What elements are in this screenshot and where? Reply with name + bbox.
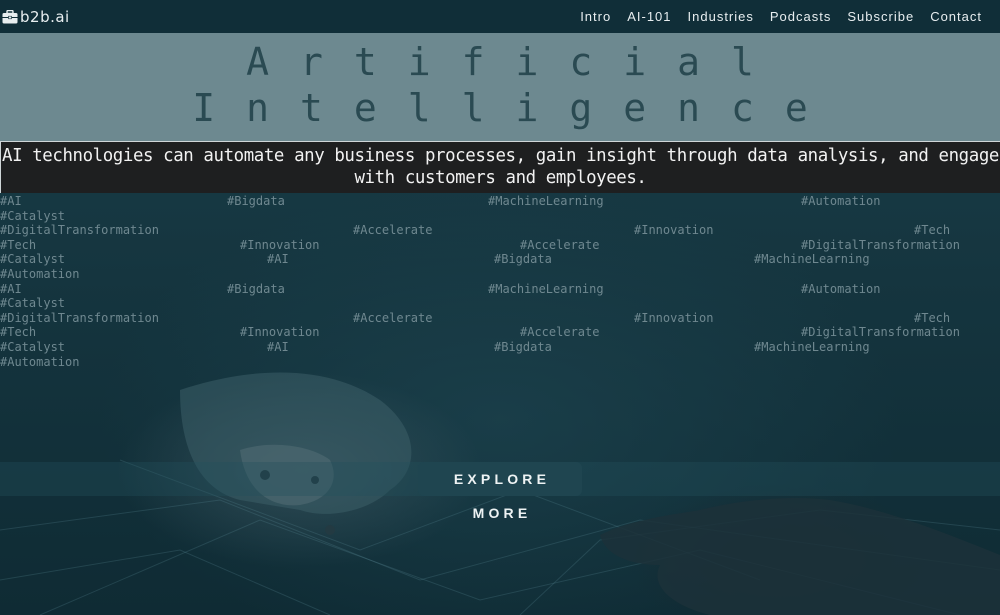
hashtag: #MachineLearning <box>488 194 604 208</box>
nav-link-ai-101[interactable]: AI-101 <box>619 9 679 24</box>
nav-link-intro[interactable]: Intro <box>572 9 619 24</box>
hashtag: #Tech <box>914 310 951 325</box>
hashtag: #Tech <box>0 325 37 340</box>
tag-row: #DigitalTransformation #Accelerate #Inno… <box>0 223 1000 238</box>
tag-row: #Tech #Innovation #Accelerate #DigitalTr… <box>0 325 1000 340</box>
hashtag: #AI <box>0 194 22 208</box>
nav-link-podcasts[interactable]: Podcasts <box>762 9 839 24</box>
hashtag: #AI <box>267 252 289 267</box>
hashtag: #AI <box>267 339 289 354</box>
brand-logo[interactable]: b2b.ai <box>0 8 70 26</box>
hashtag: #Innovation <box>240 325 320 340</box>
hashtag: #Automation <box>801 194 881 208</box>
top-navbar: b2b.ai Intro AI-101 Industries Podcasts … <box>0 0 1000 33</box>
hashtag: #Automation <box>801 281 881 296</box>
nav-link-subscribe[interactable]: Subscribe <box>839 9 922 24</box>
hashtag: #Catalyst <box>0 208 66 223</box>
hashtag: #Accelerate <box>520 237 600 252</box>
page: b2b.ai Intro AI-101 Industries Podcasts … <box>0 0 1000 615</box>
hashtag: #DigitalTransformation <box>801 325 960 340</box>
hashtag: #DigitalTransformation <box>801 237 960 252</box>
hashtag: #Automation <box>0 266 80 281</box>
hashtag: #Bigdata <box>494 252 552 267</box>
hashtag: #Bigdata <box>227 194 285 208</box>
hashtag: #Innovation <box>634 223 714 238</box>
hashtag: #Accelerate <box>353 310 433 325</box>
hashtag: #Bigdata <box>494 339 552 354</box>
tag-row: #AI #Bigdata #MachineLearning #Automatio… <box>0 282 1000 297</box>
hashtag: #MachineLearning <box>754 339 870 354</box>
tag-row: #Automation <box>0 355 1000 370</box>
hashtag: #DigitalTransformation <box>0 310 159 325</box>
tag-row: #Automation <box>0 267 1000 282</box>
nav-link-contact[interactable]: Contact <box>922 9 990 24</box>
hashtag: #Bigdata <box>227 281 285 296</box>
hero-title: Artificial Intelligence <box>0 33 1000 141</box>
nav-link-industries[interactable]: Industries <box>680 9 762 24</box>
hashtag: #Accelerate <box>520 325 600 340</box>
hashtag: #AI <box>0 281 22 296</box>
hashtag: #MachineLearning <box>488 281 604 296</box>
tag-row: #Catalyst <box>0 209 1000 224</box>
human-hand-image <box>600 498 1000 615</box>
briefcase-icon <box>2 9 18 23</box>
hashtag: #MachineLearning <box>754 252 870 267</box>
hashtag: #Innovation <box>634 310 714 325</box>
hero-title-line-1: Artificial <box>246 40 785 84</box>
hero-tagline: AI technologies can automate any busines… <box>0 141 1000 193</box>
brand-name: b2b.ai <box>20 7 70 26</box>
hashtag: #Innovation <box>240 237 320 252</box>
hashtag: #Automation <box>0 354 80 369</box>
nav-menu: Intro AI-101 Industries Podcasts Subscri… <box>572 9 1000 24</box>
tag-row: #DigitalTransformation #Accelerate #Inno… <box>0 311 1000 326</box>
hashtag-cloud: #AI #Bigdata #MachineLearning #Automatio… <box>0 194 1000 374</box>
tag-row: #Catalyst #AI #Bigdata #MachineLearning <box>0 340 1000 355</box>
tag-row: #Tech #Innovation #Accelerate #DigitalTr… <box>0 238 1000 253</box>
hashtag: #Accelerate <box>353 223 433 238</box>
tag-row: #Catalyst #AI #Bigdata #MachineLearning <box>0 252 1000 267</box>
hashtag: #Catalyst <box>0 252 66 267</box>
hashtag: #DigitalTransformation <box>0 223 159 238</box>
explore-more-button[interactable]: EXPLORE MORE <box>418 462 582 521</box>
tag-row: #Catalyst <box>0 296 1000 311</box>
hashtag: #Tech <box>0 237 37 252</box>
hero-title-line-2: Intelligence <box>192 86 839 130</box>
hashtag: #Tech <box>914 223 951 238</box>
hashtag: #Catalyst <box>0 339 66 354</box>
robot-hand-image <box>180 372 412 535</box>
hashtag: #Catalyst <box>0 296 66 311</box>
tag-row: #AI #Bigdata #MachineLearning #Automatio… <box>0 194 1000 209</box>
